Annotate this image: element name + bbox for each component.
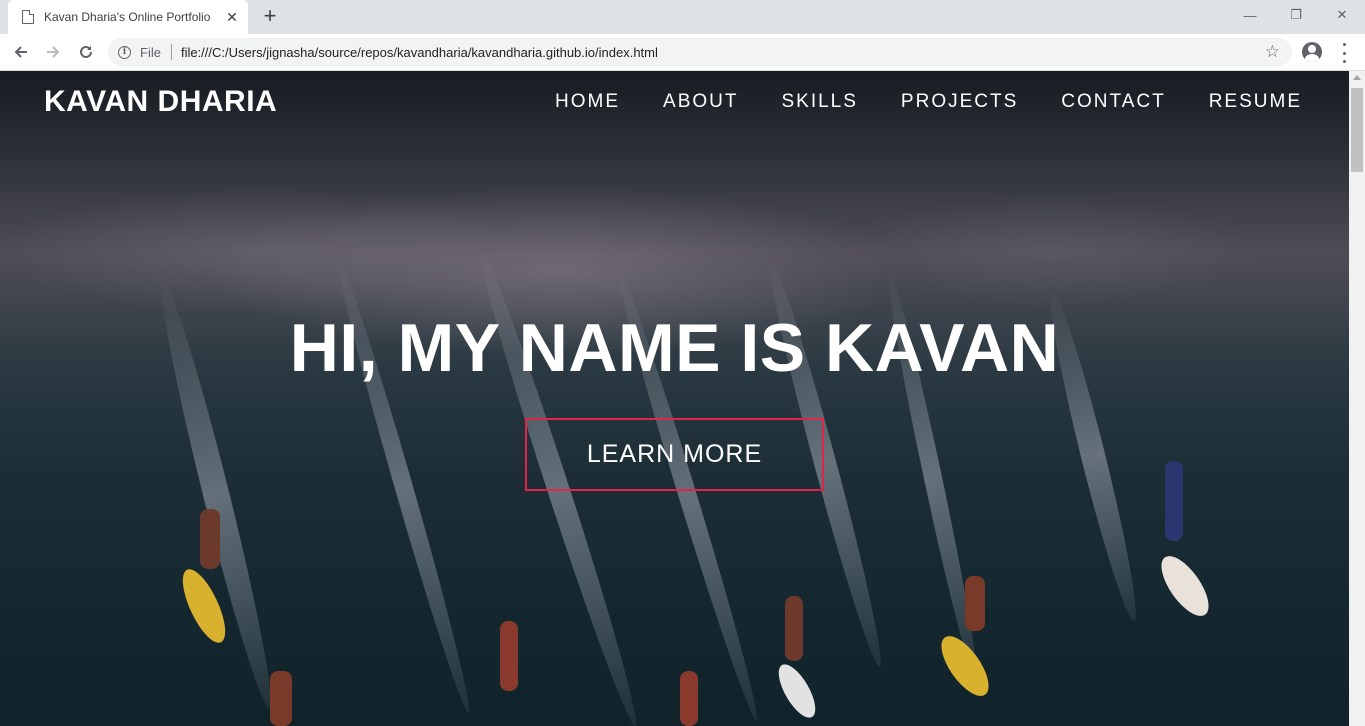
tab-title: Kavan Dharia's Online Portfolio (44, 10, 211, 24)
scheme-label: File (140, 44, 161, 60)
window-controls: — ❐ ✕ (1227, 0, 1365, 30)
back-arrow-icon (14, 46, 27, 58)
site-navbar: KAVAN DHARIA HOME ABOUT SKILLS PROJECTS … (0, 71, 1349, 133)
page-icon (22, 10, 34, 24)
minimize-button[interactable]: — (1227, 0, 1273, 30)
nav-projects[interactable]: PROJECTS (901, 91, 1018, 113)
new-tab-button[interactable]: + (258, 5, 282, 29)
url-text[interactable]: file:///C:/Users/jignasha/source/repos/k… (181, 45, 658, 60)
tab-strip: Kavan Dharia's Online Portfolio ✕ + — ❐ … (0, 0, 1365, 34)
reload-icon (80, 45, 92, 58)
forward-button[interactable] (41, 40, 65, 64)
info-icon[interactable]: i (118, 45, 131, 59)
site-brand[interactable]: KAVAN DHARIA (44, 85, 277, 119)
browser-tab[interactable]: Kavan Dharia's Online Portfolio ✕ (8, 0, 248, 34)
learn-more-button[interactable]: LEARN MORE (525, 418, 824, 491)
menu-icon[interactable] (1336, 43, 1352, 63)
scroll-thumb[interactable] (1351, 88, 1363, 172)
close-window-button[interactable]: ✕ (1319, 0, 1365, 30)
nav-home[interactable]: HOME (555, 91, 620, 113)
page-viewport: KAVAN DHARIA HOME ABOUT SKILLS PROJECTS … (0, 71, 1349, 726)
nav-resume[interactable]: RESUME (1209, 91, 1302, 113)
hero-background (0, 71, 1349, 726)
browser-toolbar: i File file:///C:/Users/jignasha/source/… (0, 34, 1365, 71)
site-menu: HOME ABOUT SKILLS PROJECTS CONTACT RESUM… (555, 91, 1302, 113)
star-icon[interactable]: ☆ (1265, 42, 1280, 62)
divider (170, 44, 172, 60)
nav-contact[interactable]: CONTACT (1061, 91, 1165, 113)
nav-skills[interactable]: SKILLS (781, 91, 857, 113)
nav-about[interactable]: ABOUT (663, 91, 738, 113)
scroll-up-arrow-icon[interactable] (1353, 75, 1361, 80)
address-bar[interactable]: i File file:///C:/Users/jignasha/source/… (108, 38, 1292, 66)
profile-icon[interactable] (1302, 42, 1322, 62)
forward-arrow-icon (47, 46, 60, 58)
reload-button[interactable] (74, 40, 98, 64)
page-scrollbar[interactable] (1349, 71, 1365, 726)
hero-headline: HI, MY NAME IS KAVAN (289, 310, 1060, 386)
tab-close-icon[interactable]: ✕ (224, 9, 240, 25)
restore-button[interactable]: ❐ (1273, 0, 1319, 30)
back-button[interactable] (9, 40, 33, 64)
